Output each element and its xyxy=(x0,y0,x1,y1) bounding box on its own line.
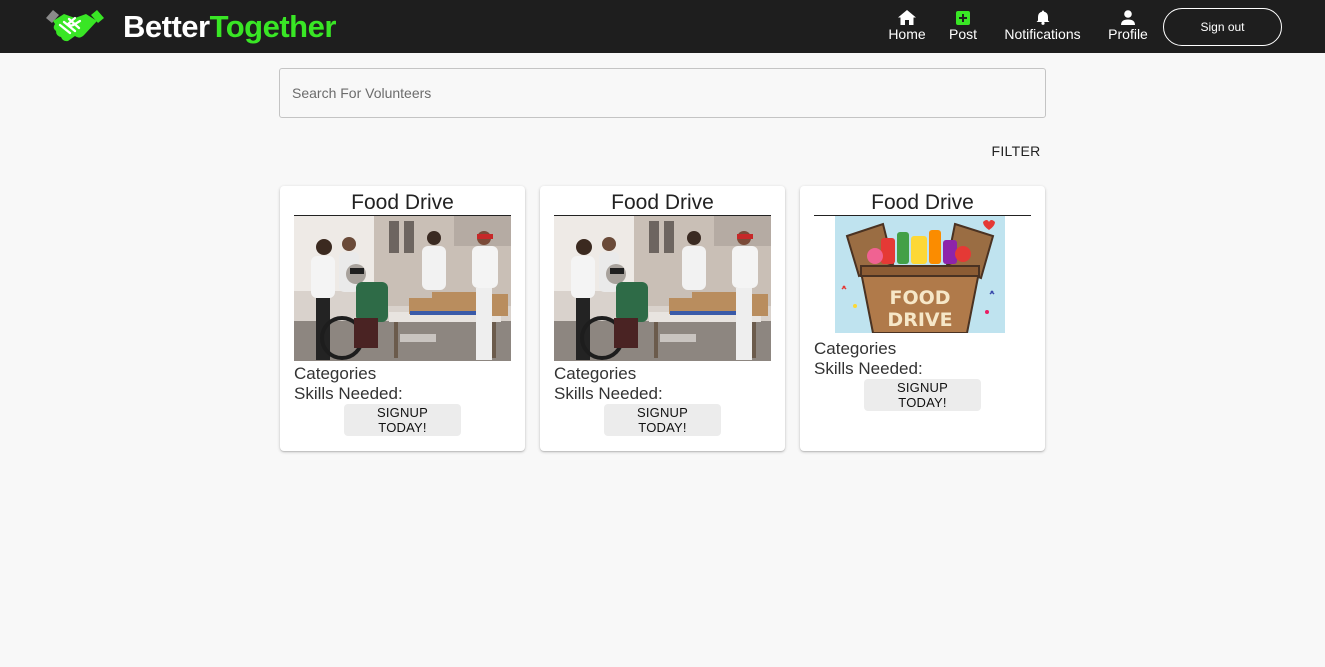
card-title: Food Drive xyxy=(554,190,771,216)
nav-profile[interactable]: Profile xyxy=(1105,9,1151,42)
nav-notifications-label: Notifications xyxy=(1004,26,1081,42)
nav-profile-label: Profile xyxy=(1108,26,1148,42)
home-icon xyxy=(898,9,916,26)
card-title: Food Drive xyxy=(814,190,1031,216)
brand-text-better: Better xyxy=(123,9,210,44)
card-skills-label: Skills Needed: xyxy=(294,384,403,403)
svg-text:DRIVE: DRIVE xyxy=(887,309,952,331)
filter-button[interactable]: FILTER xyxy=(986,140,1046,162)
sign-out-button[interactable]: Sign out xyxy=(1163,8,1282,46)
volunteers-photo xyxy=(294,216,511,361)
nav-post[interactable]: Post xyxy=(946,9,980,42)
card-skills-label: Skills Needed: xyxy=(814,359,923,378)
brand-text-together: Together xyxy=(209,9,337,44)
food-drive-box-illustration: FOOD DRIVE xyxy=(835,216,1005,333)
signup-button[interactable]: SIGNUP TODAY! xyxy=(604,404,721,436)
card-title: Food Drive xyxy=(294,190,511,216)
event-card: Food Drive FOOD DRIVE Categories Skills … xyxy=(800,186,1045,451)
top-navbar: BetterTogether Home Post Notifications P… xyxy=(0,0,1325,53)
svg-text:FOOD: FOOD xyxy=(889,287,950,309)
nav-home-label: Home xyxy=(888,26,926,42)
plus-square-icon xyxy=(956,9,970,26)
handshake-icon[interactable] xyxy=(44,6,106,46)
nav-notifications[interactable]: Notifications xyxy=(999,9,1086,42)
nav-post-label: Post xyxy=(948,26,977,42)
card-categories-label: Categories xyxy=(554,364,637,383)
signup-button[interactable]: SIGNUP TODAY! xyxy=(344,404,461,436)
bell-icon xyxy=(1036,9,1050,26)
brand-logo-text[interactable]: BetterTogether xyxy=(123,9,336,45)
signup-button[interactable]: SIGNUP TODAY! xyxy=(864,379,981,411)
event-card: Food Drive Categories Skills Needed: SIG… xyxy=(280,186,525,451)
volunteers-photo xyxy=(554,216,771,361)
card-skills-label: Skills Needed: xyxy=(554,384,663,403)
card-categories-label: Categories xyxy=(814,339,897,358)
event-card: Food Drive Categories Skills Needed: SIG… xyxy=(540,186,785,451)
nav-home[interactable]: Home xyxy=(886,9,928,42)
person-icon xyxy=(1121,9,1135,26)
card-categories-label: Categories xyxy=(294,364,377,383)
search-input[interactable] xyxy=(279,68,1046,118)
